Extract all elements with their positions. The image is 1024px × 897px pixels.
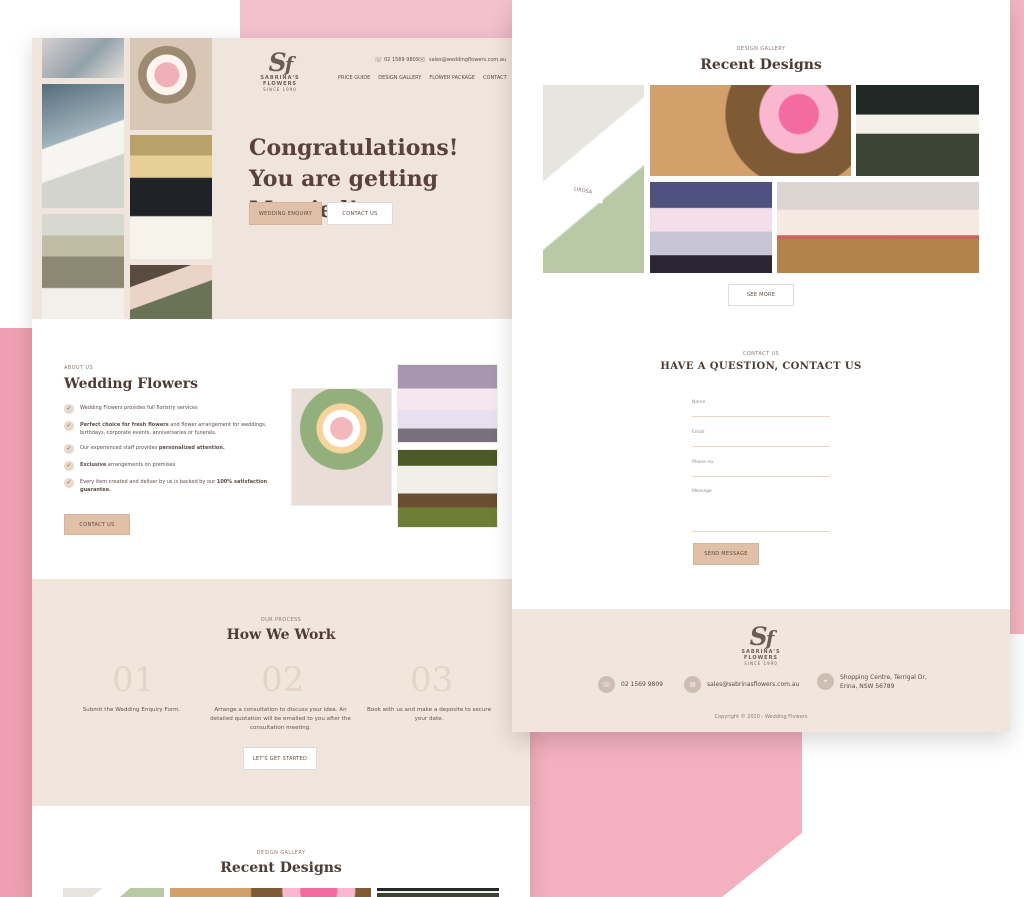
step-description: Arrange a consultation to discuss your i… — [210, 707, 351, 731]
gallery-photo-pink-centerpieces — [650, 85, 851, 176]
footer-logo[interactable]: Sf SABRINA'S FLOWERS SINCE 1990 — [730, 622, 792, 666]
hero-photo-bride-portrait — [130, 265, 212, 319]
about-eyebrow: ABOUT US — [64, 365, 94, 371]
phone-field-label: Phone no. — [692, 460, 715, 465]
send-message-button[interactable]: SEND MESSAGE — [693, 543, 759, 565]
right-website-mockup: DESIGN GALLERY Recent Designs LIROSA SEE… — [512, 0, 1010, 732]
about-list-item: ✓ Wedding Flowers provides full floristry… — [64, 404, 269, 414]
see-more-button[interactable]: SEE MORE — [728, 284, 794, 306]
brand-mark: Sf — [268, 48, 294, 77]
about-list-item: ✓ Perfect choice for fresh flowers and fl… — [64, 421, 269, 437]
process-title: How We Work — [226, 627, 336, 643]
left-gallery-eyebrow: DESIGN GALLERY — [256, 850, 306, 856]
step-description: Book with us and make a deposite to secu… — [366, 707, 492, 722]
gallery-photo-table-setting — [777, 182, 979, 273]
contact-eyebrow: CONTACT US — [742, 351, 780, 357]
nav-price-guide[interactable]: PRICE GUIDE — [338, 75, 370, 81]
nav-flower-package[interactable]: FLOWER PACKAGE — [429, 75, 475, 81]
nav-contact[interactable]: CONTACT — [483, 75, 507, 81]
brand-logo[interactable]: Sf SABRINA'S FLOWERS SINCE 1990 — [249, 48, 311, 92]
main-navigation: PRICE GUIDE DESIGN GALLERY FLOWER PACKAG… — [338, 75, 507, 81]
right-gallery-title: Recent Designs — [700, 57, 822, 73]
name-input[interactable] — [692, 416, 830, 417]
phone-icon: ☏ — [374, 56, 383, 64]
email-field-label: Email — [692, 430, 705, 435]
email-icon: ✉ — [419, 56, 425, 64]
footer-brand-since: SINCE 1990 — [744, 661, 778, 666]
about-bouquet-photo — [291, 388, 392, 506]
check-icon: ✓ — [64, 421, 74, 431]
check-icon: ✓ — [64, 444, 74, 454]
about-list-item: ✓ Every item created and deliver by us is… — [64, 478, 269, 494]
about-list-item: ✓ Our experienced staff provides personal… — [64, 444, 269, 454]
left-gallery-photo — [377, 888, 499, 897]
brand-since: SINCE 1990 — [263, 87, 297, 92]
name-field-label: Name — [692, 400, 706, 405]
header-phone[interactable]: ☏02 1569 9809 — [374, 57, 419, 64]
hero-photo-top-left — [42, 38, 124, 78]
header-email[interactable]: ✉ sales@weddingflowers.com.au — [419, 57, 506, 64]
email-icon: ✉ — [684, 676, 701, 693]
footer-address: ⌖ Shopping Centre, Terrigal Dr, Erina, NS… — [817, 673, 927, 691]
step-number: 01 — [112, 660, 156, 700]
about-section: ABOUT US Wedding Flowers ✓ Wedding Flower… — [32, 319, 530, 579]
step-number: 02 — [261, 660, 305, 700]
phone-input[interactable] — [692, 476, 830, 477]
brand-name: SABRINA'S FLOWERS — [260, 75, 300, 87]
hero-photo-bride-stairs — [42, 84, 124, 208]
left-gallery-photo — [63, 888, 164, 897]
check-icon: ✓ — [64, 461, 74, 471]
about-contact-button[interactable]: CONTACT US — [64, 514, 130, 535]
process-section: OUR PROCESS How We Work 01 02 03 Submit … — [32, 579, 530, 806]
hero-section: Sf SABRINA'S FLOWERS SINCE 1990 ☏02 1569… — [32, 38, 530, 319]
pink-background-bottom — [530, 730, 930, 897]
about-title: Wedding Flowers — [64, 376, 199, 392]
hero-contact-button[interactable]: CONTACT US — [327, 202, 393, 225]
about-chairs-photo — [397, 449, 498, 528]
check-icon: ✓ — [64, 478, 74, 488]
nav-design-gallery[interactable]: DESIGN GALLERY — [378, 75, 421, 81]
left-gallery-photo — [170, 888, 371, 897]
footer-phone[interactable]: ☏ 02 1569 9809 — [598, 676, 663, 693]
left-gallery-title: Recent Designs — [220, 860, 342, 876]
pink-background-left — [0, 328, 32, 897]
process-eyebrow: OUR PROCESS — [260, 617, 302, 623]
gallery-photo-white-bouquet — [856, 85, 979, 176]
pink-background-top — [240, 0, 520, 40]
contact-title: HAVE A QUESTION, CONTACT US — [660, 361, 862, 372]
phone-icon: ☏ — [598, 676, 615, 693]
about-list-item: ✓ Exclusive arrangements on premises — [64, 461, 269, 471]
step-description: Submit the Wedding Enquiry Form. — [82, 707, 181, 713]
left-gallery-section: DESIGN GALLERY Recent Designs — [32, 806, 530, 897]
gallery-sign-label: LIROSA — [560, 178, 606, 204]
wedding-enquiry-button[interactable]: WEDDING ENQUIRY — [249, 202, 322, 225]
email-input[interactable] — [692, 446, 830, 447]
copyright-text: Copyright © 2020 - Wedding Flowers — [714, 714, 808, 720]
get-started-button[interactable]: LET'S GET STARTED — [243, 747, 317, 770]
pink-background-right — [1010, 0, 1024, 634]
right-gallery-eyebrow: DESIGN GALLERY — [736, 46, 786, 52]
about-table-photo — [397, 364, 498, 443]
footer-email[interactable]: ✉ sales@sabrinasflowers.com.au — [684, 676, 799, 693]
gallery-photo-reception-hall — [650, 182, 772, 273]
step-number: 03 — [410, 660, 454, 700]
message-field-label: Message — [692, 489, 712, 494]
about-list: ✓ Wedding Flowers provides full floristry… — [64, 404, 269, 501]
footer-brand-name: SABRINA'S FLOWERS — [741, 649, 781, 661]
hero-photo-field — [42, 214, 124, 319]
message-textarea[interactable] — [692, 531, 830, 532]
location-icon: ⌖ — [817, 673, 834, 690]
gallery-photo-box: LIROSA — [543, 85, 644, 273]
hero-photo-bouquet — [130, 38, 212, 130]
footer-brand-mark: Sf — [749, 622, 775, 651]
hero-photo-couple — [130, 135, 212, 259]
left-website-mockup: Sf SABRINA'S FLOWERS SINCE 1990 ☏02 1569… — [32, 38, 530, 897]
check-icon: ✓ — [64, 404, 74, 414]
